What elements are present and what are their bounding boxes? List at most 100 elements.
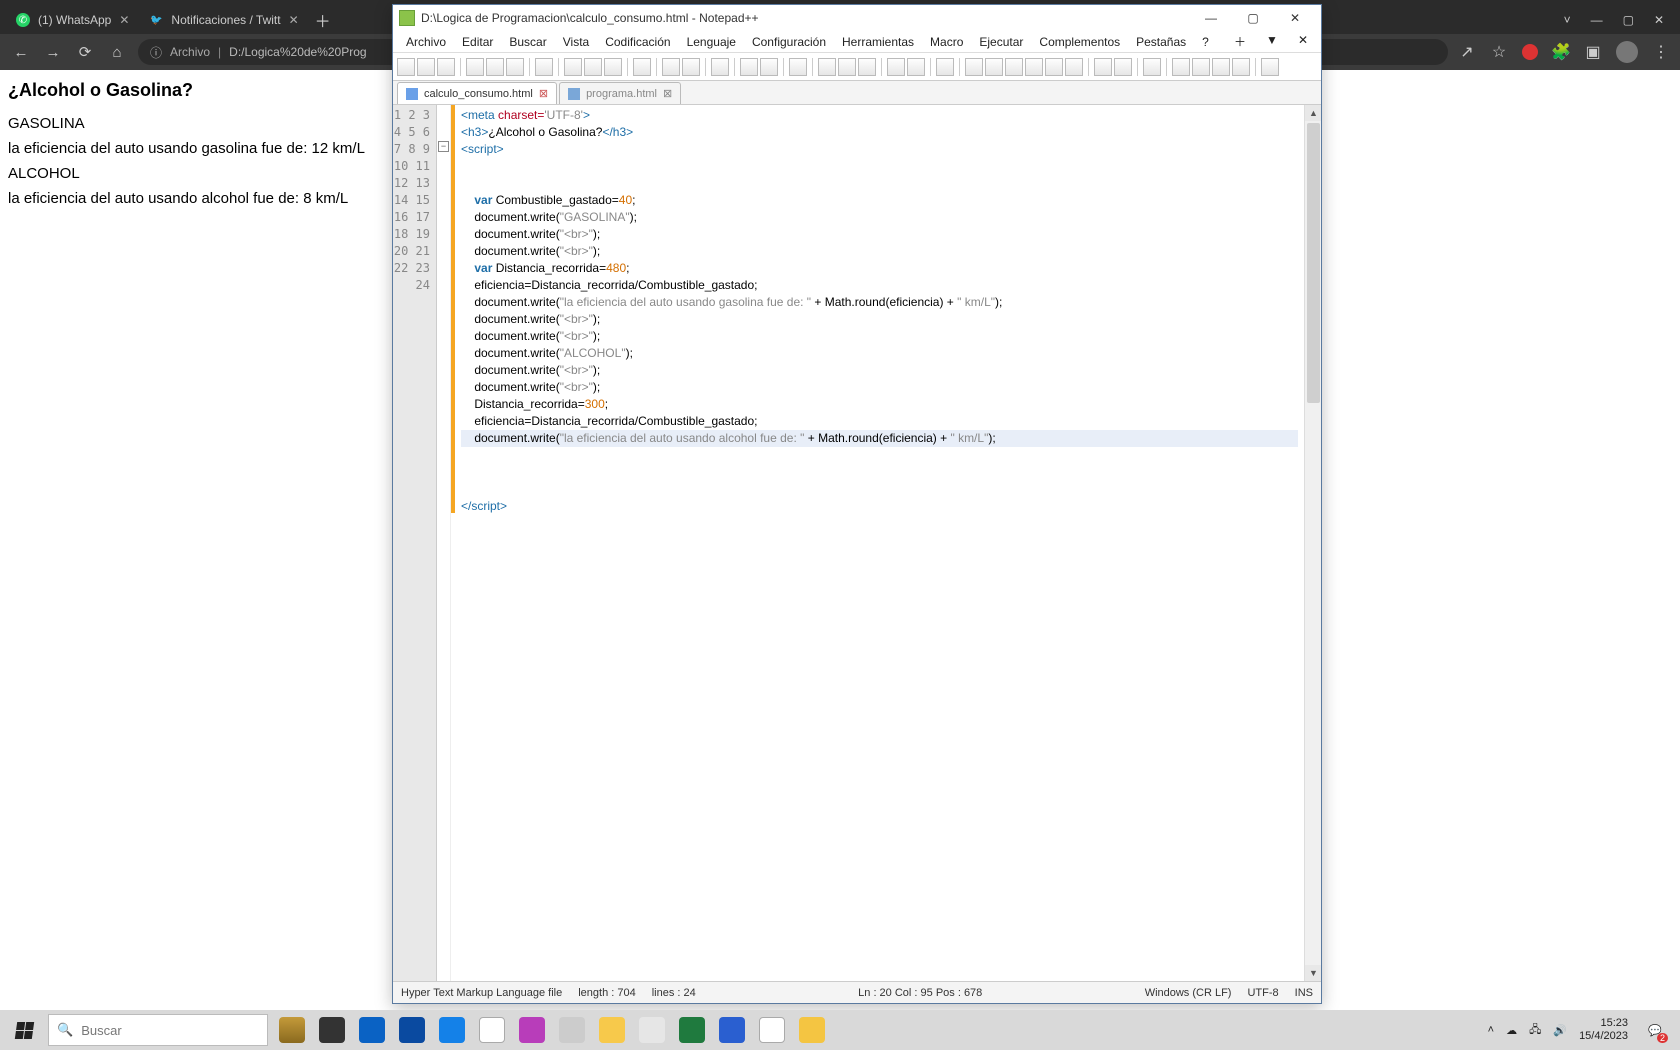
menu-editar[interactable]: Editar <box>455 33 500 51</box>
code-line[interactable]: </script> <box>461 498 1298 515</box>
menu-codificacion[interactable]: Codificación <box>598 33 677 51</box>
reload-button[interactable]: ⟳ <box>74 41 96 63</box>
chevron-down-icon[interactable]: ˅ <box>1564 13 1571 27</box>
code-line[interactable]: eficiencia=Distancia_recorrida/Combustib… <box>461 413 1298 430</box>
menu-complementos[interactable]: Complementos <box>1032 33 1127 51</box>
toolbar-button[interactable] <box>936 58 954 76</box>
tray-volume-icon[interactable]: 🔊 <box>1553 1024 1567 1037</box>
scrollbar-thumb[interactable] <box>1307 123 1320 403</box>
close-icon[interactable]: ✕ <box>289 13 299 27</box>
taskbar-app[interactable] <box>472 1010 512 1050</box>
code-line[interactable]: document.write("<br>"); <box>461 311 1298 328</box>
code-line[interactable] <box>461 158 1298 175</box>
back-button[interactable]: ← <box>10 41 32 63</box>
taskbar-app[interactable] <box>352 1010 392 1050</box>
scroll-up-icon[interactable]: ▲ <box>1305 105 1321 121</box>
doctab-programa[interactable]: programa.html ⊠ <box>559 82 681 104</box>
titlebar[interactable]: D:\Logica de Programacion\calculo_consum… <box>393 5 1321 31</box>
new-tab-button[interactable]: ＋ <box>309 6 337 34</box>
toolbar-button[interactable] <box>1192 58 1210 76</box>
taskbar-app[interactable] <box>392 1010 432 1050</box>
toolbar-button[interactable] <box>584 58 602 76</box>
taskbar-app[interactable] <box>592 1010 632 1050</box>
taskbar-app[interactable] <box>752 1010 792 1050</box>
extension-adblock-icon[interactable] <box>1522 44 1538 60</box>
taskbar-clock[interactable]: 15:23 15/4/2023 <box>1579 1017 1628 1043</box>
fold-column[interactable]: − <box>437 105 451 981</box>
minimize-icon[interactable]: — <box>1591 13 1603 27</box>
menu-archivo[interactable]: Archivo <box>399 33 453 51</box>
toolbar-button[interactable] <box>662 58 680 76</box>
toolbar-button[interactable] <box>1143 58 1161 76</box>
toolbar-button[interactable] <box>486 58 504 76</box>
taskbar-app[interactable] <box>512 1010 552 1050</box>
code-line[interactable]: eficiencia=Distancia_recorrida/Combustib… <box>461 277 1298 294</box>
toolbar-button[interactable] <box>1261 58 1279 76</box>
code-line[interactable] <box>461 447 1298 464</box>
code-editor[interactable]: <meta charset='UTF-8'><h3>¿Alcohol o Gas… <box>455 105 1304 981</box>
toolbar-button[interactable] <box>1045 58 1063 76</box>
minimize-button[interactable]: — <box>1191 7 1231 29</box>
toolbar-button[interactable] <box>818 58 836 76</box>
code-line[interactable]: document.write("<br>"); <box>461 243 1298 260</box>
taskbar-app[interactable] <box>792 1010 832 1050</box>
code-line[interactable]: var Combustible_gastado=40; <box>461 192 1298 209</box>
tray-onedrive-icon[interactable]: ☁ <box>1506 1024 1517 1037</box>
taskbar-app[interactable] <box>672 1010 712 1050</box>
maximize-button[interactable]: ▢ <box>1233 7 1273 29</box>
menu-ejecutar[interactable]: Ejecutar <box>972 33 1030 51</box>
toolbar-button[interactable] <box>789 58 807 76</box>
close-button[interactable]: ✕ <box>1275 7 1315 29</box>
code-line[interactable]: document.write("<br>"); <box>461 226 1298 243</box>
toolbar-button[interactable] <box>838 58 856 76</box>
toolbar-button[interactable] <box>965 58 983 76</box>
code-line[interactable] <box>461 464 1298 481</box>
tab-add-icon[interactable]: ＋ <box>1227 31 1253 52</box>
toolbar-button[interactable] <box>858 58 876 76</box>
taskbar-app[interactable] <box>272 1010 312 1050</box>
toolbar-button[interactable] <box>985 58 1003 76</box>
toolbar-button[interactable] <box>711 58 729 76</box>
code-line[interactable]: document.write("GASOLINA"); <box>461 209 1298 226</box>
toolbar-button[interactable] <box>437 58 455 76</box>
toolbar-button[interactable] <box>1025 58 1043 76</box>
toolbar-button[interactable] <box>740 58 758 76</box>
code-line[interactable]: document.write("<br>"); <box>461 328 1298 345</box>
taskbar-app[interactable] <box>632 1010 672 1050</box>
chrome-tab-twitter[interactable]: 🐦 Notificaciones / Twitt ✕ <box>139 6 308 34</box>
menu-buscar[interactable]: Buscar <box>502 33 553 51</box>
menu-icon[interactable]: ⋮ <box>1652 43 1670 61</box>
forward-button[interactable]: → <box>42 41 64 63</box>
taskbar-app[interactable] <box>552 1010 592 1050</box>
fold-toggle-icon[interactable]: − <box>438 141 449 152</box>
code-line[interactable] <box>461 481 1298 498</box>
code-line[interactable]: document.write("<br>"); <box>461 379 1298 396</box>
maximize-icon[interactable]: ▢ <box>1623 13 1634 27</box>
toolbar-button[interactable] <box>1232 58 1250 76</box>
code-line[interactable]: document.write("la eficiencia del auto u… <box>461 430 1298 447</box>
close-icon[interactable]: ✕ <box>1654 13 1664 27</box>
share-icon[interactable]: ↗ <box>1458 43 1476 61</box>
menu-vista[interactable]: Vista <box>556 33 596 51</box>
toolbar-button[interactable] <box>633 58 651 76</box>
toolbar-button[interactable] <box>1212 58 1230 76</box>
menu-macro[interactable]: Macro <box>923 33 970 51</box>
star-icon[interactable]: ☆ <box>1490 43 1508 61</box>
taskbar-app[interactable] <box>432 1010 472 1050</box>
toolbar-button[interactable] <box>1172 58 1190 76</box>
toolbar-button[interactable] <box>760 58 778 76</box>
toolbar-button[interactable] <box>1065 58 1083 76</box>
menu-lenguaje[interactable]: Lenguaje <box>680 33 743 51</box>
toolbar-button[interactable] <box>1094 58 1112 76</box>
home-button[interactable]: ⌂ <box>106 41 128 63</box>
profile-avatar[interactable] <box>1616 41 1638 63</box>
extensions-icon[interactable]: 🧩 <box>1552 43 1570 61</box>
code-line[interactable]: Distancia_recorrida=300; <box>461 396 1298 413</box>
menu-help[interactable]: ? <box>1195 33 1216 51</box>
toolbar-button[interactable] <box>506 58 524 76</box>
code-line[interactable]: var Distancia_recorrida=480; <box>461 260 1298 277</box>
chrome-tab-whatsapp[interactable]: ✆ (1) WhatsApp ✕ <box>6 6 139 34</box>
taskbar-app[interactable] <box>312 1010 352 1050</box>
toolbar-button[interactable] <box>682 58 700 76</box>
toolbar-button[interactable] <box>564 58 582 76</box>
